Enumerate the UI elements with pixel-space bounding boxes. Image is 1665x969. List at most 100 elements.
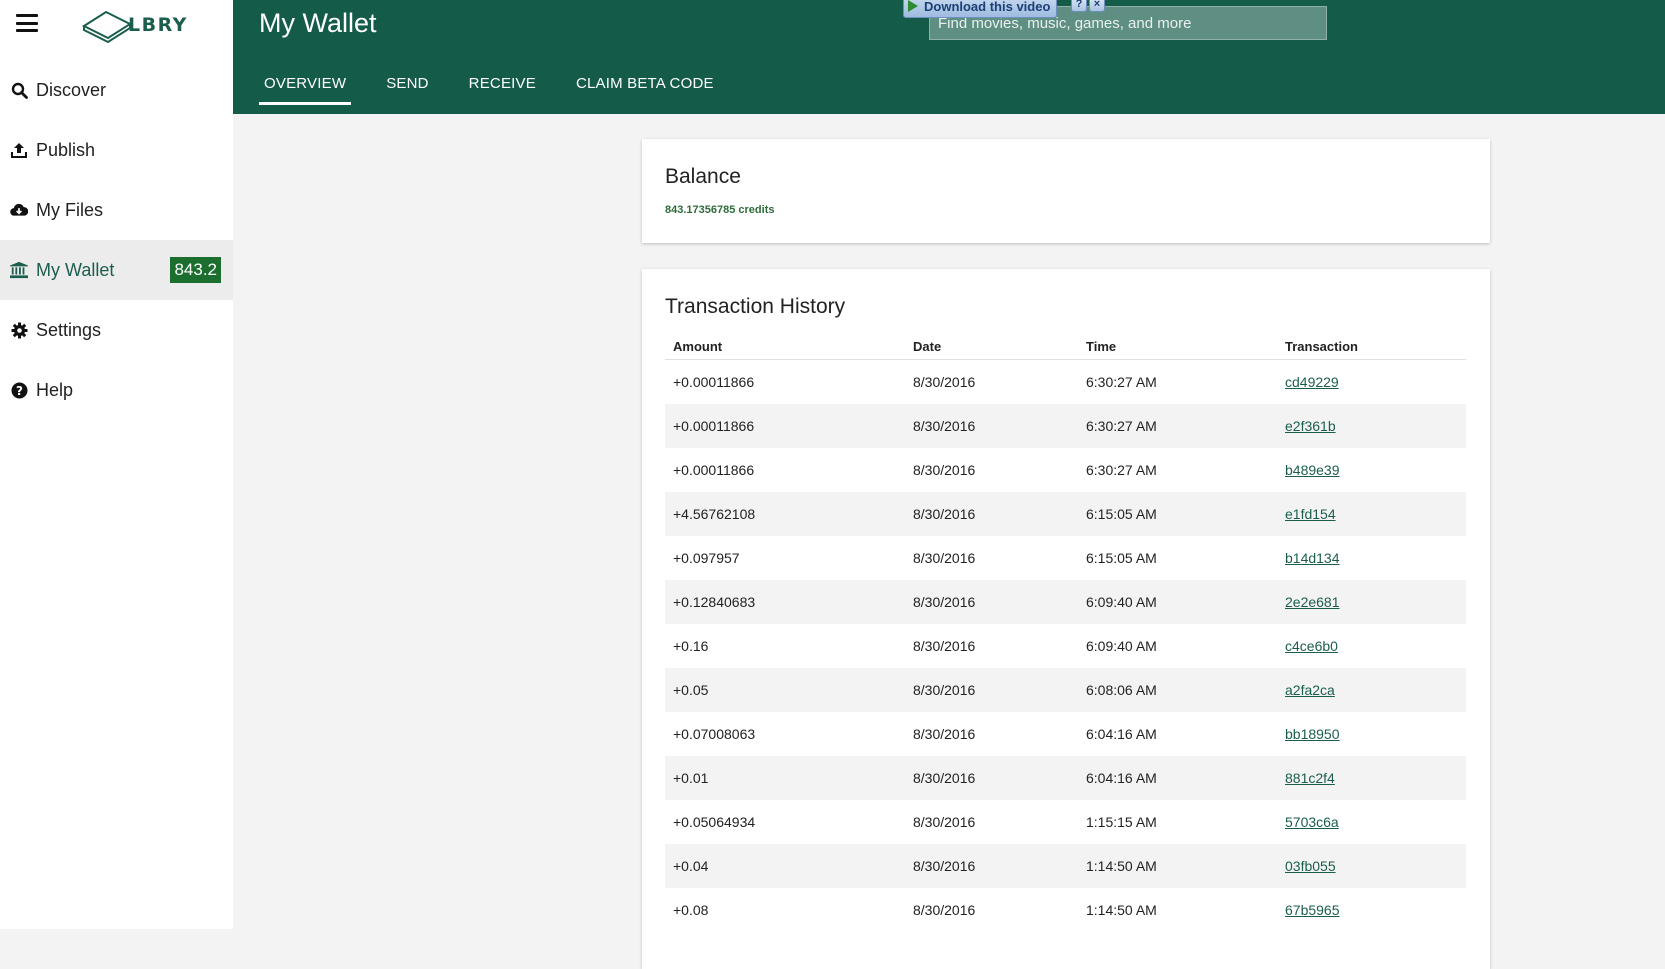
time-cell: 6:04:16 AM — [1086, 726, 1157, 742]
table-row: +0.12840683 8/30/2016 6:09:40 AM 2e2e681 — [665, 580, 1466, 624]
tab-overview[interactable]: OVERVIEW — [259, 66, 352, 105]
date-cell: 8/30/2016 — [913, 902, 976, 918]
table-row: +0.00011866 8/30/2016 6:30:27 AM b489e39 — [665, 448, 1466, 492]
transaction-cell: 2e2e681 — [1277, 580, 1466, 624]
column-header-amount: Amount — [665, 339, 905, 360]
balance-value: 843.17356785 credits — [665, 204, 775, 216]
time-cell: 6:09:40 AM — [1086, 638, 1157, 654]
transaction-link[interactable]: b14d134 — [1285, 550, 1340, 566]
gear-icon — [10, 321, 28, 339]
transaction-link[interactable]: 67b5965 — [1285, 902, 1340, 918]
balance-title: Balance — [665, 165, 741, 188]
transaction-link[interactable]: a2fa2ca — [1285, 682, 1335, 698]
amount-cell: +0.00011866 — [673, 374, 755, 390]
page-title: My Wallet — [259, 8, 377, 38]
date-cell: 8/30/2016 — [905, 668, 1078, 712]
table-row: +4.56762108 8/30/2016 6:15:05 AM e1fd154 — [665, 492, 1466, 536]
transaction-cell: 67b5965 — [1277, 888, 1466, 932]
transaction-link[interactable]: e2f361b — [1285, 418, 1336, 434]
amount-cell: +0.08 — [673, 902, 709, 918]
table-row: +0.00011866 8/30/2016 6:30:27 AM e2f361b — [665, 404, 1466, 448]
time-cell: 6:30:27 AM — [1086, 462, 1157, 478]
transaction-cell: 5703c6a — [1277, 800, 1466, 844]
sidebar-item-publish[interactable]: Publish — [0, 120, 233, 180]
transaction-link[interactable]: c4ce6b0 — [1285, 638, 1338, 654]
transaction-cell: 881c2f4 — [1277, 756, 1466, 800]
sidebar-item-discover[interactable]: Discover — [0, 60, 233, 120]
wallet-tabs: OVERVIEW SEND RECEIVE CLAIM BETA CODE — [259, 66, 749, 105]
table-row: +0.16 8/30/2016 6:09:40 AM c4ce6b0 — [665, 624, 1466, 668]
hamburger-menu-icon[interactable] — [16, 14, 38, 32]
transaction-cell: bb18950 — [1277, 712, 1466, 756]
date-cell: 8/30/2016 — [913, 726, 976, 742]
column-header-date: Date — [905, 339, 1078, 360]
amount-cell: +0.04 — [665, 844, 905, 888]
date-cell: 8/30/2016 — [905, 492, 1078, 536]
date-cell: 8/30/2016 — [905, 404, 1078, 448]
close-icon[interactable]: × — [1089, 0, 1105, 12]
date-cell: 8/30/2016 — [905, 580, 1078, 624]
download-video-banner[interactable]: Download this video — [903, 0, 1058, 18]
transaction-history-title: Transaction History — [665, 295, 846, 318]
sidebar-item-help[interactable]: ? Help — [0, 360, 233, 420]
play-icon — [908, 0, 918, 12]
cloud-download-icon — [10, 201, 28, 219]
table-header-row: Amount Date Time Transaction — [665, 339, 1466, 360]
header: My Wallet Find movies, music, games, and… — [233, 0, 1665, 114]
date-cell: 8/30/2016 — [905, 844, 1078, 888]
tab-receive[interactable]: RECEIVE — [464, 66, 541, 105]
time-cell: 6:08:06 AM — [1078, 668, 1277, 712]
transaction-table: Amount Date Time Transaction +0.00011866… — [665, 339, 1466, 932]
date-cell: 8/30/2016 — [905, 756, 1078, 800]
time-cell: 6:15:05 AM — [1078, 492, 1277, 536]
time-cell: 6:15:05 AM — [1086, 550, 1157, 566]
transaction-link[interactable]: bb18950 — [1285, 726, 1340, 742]
transaction-link[interactable]: 03fb055 — [1285, 858, 1336, 874]
transaction-link[interactable]: 881c2f4 — [1285, 770, 1335, 786]
sidebar-item-my-files[interactable]: My Files — [0, 180, 233, 240]
transaction-cell: b489e39 — [1277, 448, 1466, 492]
amount-cell: +0.12840683 — [665, 580, 905, 624]
transaction-rows: +0.00011866 8/30/2016 6:30:27 AM cd49229 +0.… — [665, 360, 1466, 933]
amount-cell: +0.05 — [665, 668, 905, 712]
table-row: +0.08 8/30/2016 1:14:50 AM 67b5965 — [665, 888, 1466, 932]
time-cell: 1:14:50 AM — [1078, 844, 1277, 888]
transaction-cell: c4ce6b0 — [1277, 624, 1466, 668]
column-header-time: Time — [1078, 339, 1277, 360]
sidebar-item-label: My Wallet — [36, 259, 115, 280]
sidebar-item-label: Discover — [36, 79, 107, 100]
lbry-logo[interactable]: LBRY — [80, 6, 188, 44]
tab-send[interactable]: SEND — [381, 66, 433, 105]
question-icon: ? — [10, 381, 28, 399]
download-video-label: Download this video — [924, 0, 1051, 14]
transaction-cell: 03fb055 — [1277, 844, 1466, 888]
transaction-link[interactable]: e1fd154 — [1285, 506, 1336, 522]
transaction-history-card: Transaction History Amount Date Time Tra… — [642, 269, 1490, 969]
amount-cell: +0.00011866 — [673, 462, 755, 478]
date-cell: 8/30/2016 — [913, 550, 976, 566]
amount-cell: +4.56762108 — [665, 492, 905, 536]
time-cell: 1:14:50 AM — [1086, 902, 1157, 918]
amount-cell: +0.01 — [665, 756, 905, 800]
table-row: +0.04 8/30/2016 1:14:50 AM 03fb055 — [665, 844, 1466, 888]
sidebar-item-label: Settings — [36, 319, 102, 340]
time-cell: 6:30:27 AM — [1086, 374, 1157, 390]
transaction-link[interactable]: 5703c6a — [1285, 814, 1339, 830]
tab-claim-beta-code[interactable]: CLAIM BETA CODE — [571, 66, 719, 105]
transaction-link[interactable]: 2e2e681 — [1285, 594, 1340, 610]
sidebar-item-label: My Files — [36, 199, 103, 220]
svg-text:?: ? — [16, 384, 23, 398]
table-row: +0.07008063 8/30/2016 6:04:16 AM bb18950 — [665, 712, 1466, 756]
transaction-link[interactable]: b489e39 — [1285, 462, 1340, 478]
sidebar-item-my-wallet[interactable]: My Wallet 843.2 — [0, 240, 233, 300]
table-row: +0.097957 8/30/2016 6:15:05 AM b14d134 — [665, 536, 1466, 580]
help-icon[interactable]: ? — [1071, 0, 1087, 12]
amount-cell: +0.00011866 — [665, 404, 905, 448]
logo-text: LBRY — [128, 14, 188, 36]
table-row: +0.00011866 8/30/2016 6:30:27 AM cd49229 — [665, 360, 1466, 405]
transaction-cell: b14d134 — [1277, 536, 1466, 580]
sidebar-item-settings[interactable]: Settings — [0, 300, 233, 360]
transaction-link[interactable]: cd49229 — [1285, 374, 1339, 390]
transaction-cell: e2f361b — [1277, 404, 1466, 448]
sidebar-item-label: Publish — [36, 139, 96, 160]
